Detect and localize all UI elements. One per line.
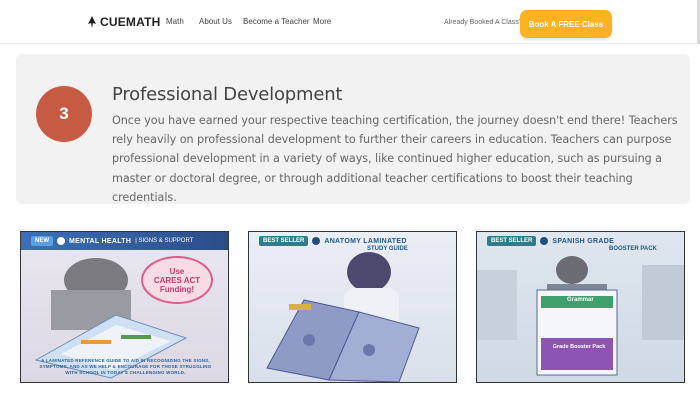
best-seller-badge: BEST SELLER bbox=[487, 236, 537, 246]
product-caption: A LAMINATED REFERENCE GUIDE TO AID IN RE… bbox=[39, 358, 212, 375]
callout-line-1: Use bbox=[169, 266, 185, 276]
nav-become-a-teacher[interactable]: Become a Teacher bbox=[243, 17, 310, 26]
site-header: CUEMATH Math About Us Become a Teacher M… bbox=[0, 0, 700, 44]
product-card-mental-health[interactable]: NEW MENTAL HEALTH | SIGNS & SUPPORT Use … bbox=[20, 231, 229, 383]
step-title: Professional Development bbox=[112, 84, 343, 105]
nav-more[interactable]: More bbox=[313, 17, 331, 26]
product-card-spanish[interactable]: BEST SELLER SPANISH GRADE BOOSTER PACK G… bbox=[476, 231, 685, 383]
product-card-anatomy[interactable]: BEST SELLER ANATOMY LAMINATED STUDY GUID… bbox=[248, 231, 457, 383]
product-banner: BEST SELLER ANATOMY LAMINATED bbox=[249, 232, 456, 250]
cares-act-callout: Use CARES ACT Funding! bbox=[141, 256, 213, 304]
best-seller-badge: BEST SELLER bbox=[259, 236, 309, 246]
callout-line-2: CARES ACT bbox=[153, 275, 201, 285]
nav-about-us[interactable]: About Us bbox=[199, 17, 232, 26]
product-banner: NEW MENTAL HEALTH | SIGNS & SUPPORT bbox=[21, 232, 228, 250]
book-label-grammar: Grammar bbox=[567, 297, 594, 303]
cuemath-logo[interactable]: CUEMATH bbox=[87, 15, 161, 29]
anatomy-guide-image bbox=[266, 252, 420, 382]
rocket-icon bbox=[88, 16, 96, 28]
callout-line-3: Funding! bbox=[159, 284, 195, 294]
info-icon bbox=[57, 237, 65, 245]
step-number-badge: 3 bbox=[36, 86, 92, 142]
new-badge: NEW bbox=[31, 236, 53, 246]
nav-math[interactable]: Math bbox=[166, 17, 184, 26]
step-description: Once you have earned your respective tea… bbox=[112, 114, 678, 204]
book-free-class-button[interactable]: Book A FREE Class bbox=[520, 10, 612, 38]
product-subtitle: | SIGNS & SUPPORT bbox=[135, 238, 194, 244]
logo-text: CUEMATH bbox=[100, 15, 161, 29]
info-icon bbox=[540, 237, 549, 245]
already-booked-link[interactable]: Already Booked A Class? bbox=[444, 19, 523, 26]
product-title: SPANISH GRADE bbox=[552, 237, 615, 245]
product-title: ANATOMY LAMINATED bbox=[324, 237, 407, 245]
product-title: MENTAL HEALTH bbox=[69, 237, 132, 245]
info-icon bbox=[312, 237, 321, 245]
spanish-pack-image bbox=[477, 256, 684, 376]
book-label-booster: Grade Booster Pack bbox=[552, 344, 606, 350]
